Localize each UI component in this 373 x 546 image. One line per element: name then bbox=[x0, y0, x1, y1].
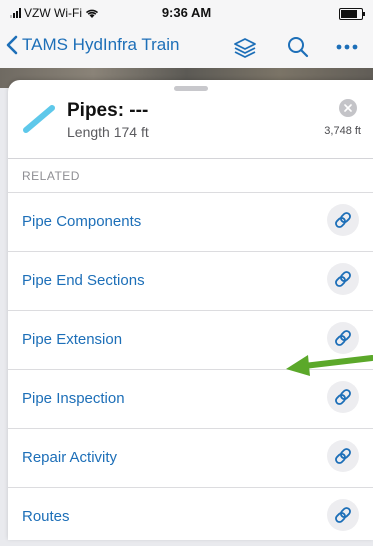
distance-label: 3,748 ft bbox=[324, 125, 361, 137]
more-icon[interactable] bbox=[336, 44, 358, 50]
battery-icon bbox=[339, 8, 365, 20]
link-icon bbox=[335, 271, 351, 287]
related-row[interactable]: Pipe Components bbox=[8, 192, 373, 251]
feature-header: Pipes: --- Length 174 ft 3,748 ft bbox=[8, 80, 373, 150]
link-icon bbox=[335, 507, 351, 523]
related-row-label[interactable]: Pipe End Sections bbox=[22, 272, 145, 289]
annotation-arrow-icon bbox=[286, 355, 373, 376]
related-row[interactable]: Repair Activity bbox=[8, 428, 373, 487]
related-row-label[interactable]: Pipe Extension bbox=[22, 331, 122, 348]
feature-sheet: Pipes: --- Length 174 ft 3,748 ft RELATE… bbox=[8, 80, 373, 540]
related-row[interactable]: Routes bbox=[8, 487, 373, 546]
link-icon bbox=[335, 448, 351, 464]
related-row-label[interactable]: Pipe Components bbox=[22, 213, 141, 230]
back-button[interactable]: TAMS HydInfra Train bbox=[6, 35, 179, 55]
related-row-label[interactable]: Repair Activity bbox=[22, 449, 117, 466]
link-button[interactable] bbox=[327, 499, 359, 531]
close-button[interactable] bbox=[339, 99, 357, 117]
related-row-label[interactable]: Routes bbox=[22, 508, 70, 525]
status-bar: VZW Wi-Fi 9:36 AM bbox=[0, 0, 373, 26]
pipe-line-icon bbox=[23, 105, 55, 133]
feature-title: Pipes: --- bbox=[67, 100, 149, 121]
link-button[interactable] bbox=[327, 381, 359, 413]
link-icon bbox=[335, 389, 351, 405]
search-icon[interactable] bbox=[287, 36, 309, 58]
battery-fill bbox=[341, 10, 357, 18]
link-button[interactable] bbox=[327, 204, 359, 236]
back-label: TAMS HydInfra Train bbox=[22, 35, 180, 54]
link-icon bbox=[335, 212, 351, 228]
feature-length: Length 174 ft bbox=[67, 124, 149, 140]
status-time: 9:36 AM bbox=[161, 5, 212, 20]
link-icon bbox=[335, 330, 351, 346]
close-icon bbox=[344, 104, 352, 112]
related-row[interactable]: Pipe End Sections bbox=[8, 251, 373, 310]
layers-icon[interactable] bbox=[232, 36, 258, 60]
divider bbox=[8, 158, 373, 159]
related-row-label[interactable]: Pipe Inspection bbox=[22, 390, 125, 407]
chevron-left-icon bbox=[6, 35, 18, 55]
link-button[interactable] bbox=[327, 263, 359, 295]
nav-bar: TAMS HydInfra Train bbox=[0, 26, 373, 68]
related-section-label: RELATED bbox=[22, 169, 80, 183]
link-button[interactable] bbox=[327, 440, 359, 472]
